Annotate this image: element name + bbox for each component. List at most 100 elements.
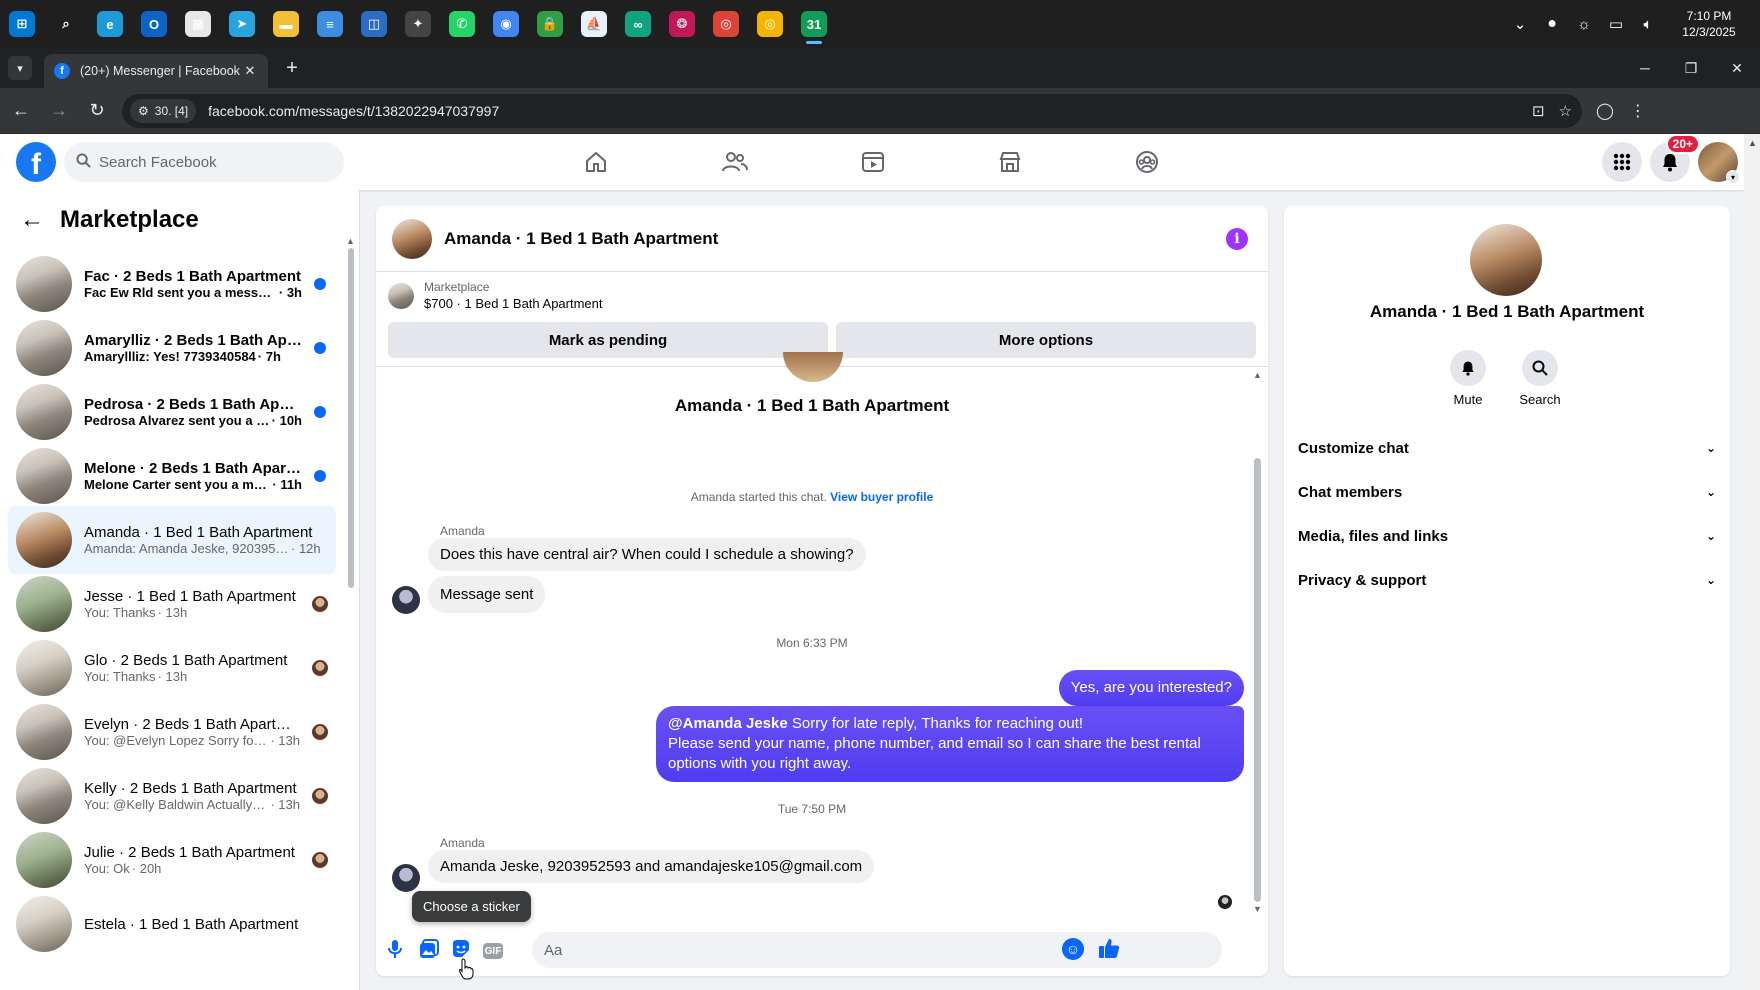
- mute-button[interactable]: Mute: [1438, 350, 1498, 407]
- forward-icon[interactable]: →: [42, 94, 76, 128]
- groups-icon[interactable]: [1127, 142, 1167, 182]
- outgoing-message[interactable]: Yes, are you interested?: [1058, 670, 1244, 706]
- scroll-up-icon[interactable]: ▲: [1253, 370, 1262, 380]
- chat-members-row[interactable]: Chat members ⌄: [1298, 474, 1716, 510]
- profile-icon[interactable]: ◯: [1596, 101, 1614, 121]
- thumbs-up-icon[interactable]: [1098, 937, 1120, 959]
- security-icon[interactable]: ⚫: [1536, 0, 1568, 48]
- whatsapp-icon[interactable]: ✆: [440, 0, 484, 48]
- kebab-menu-icon[interactable]: ⋮: [1630, 101, 1646, 121]
- chat-avatar[interactable]: [392, 218, 432, 259]
- conversation-item[interactable]: Fac · 2 Beds 1 Bath Apartment Fac Ew Rld …: [8, 250, 336, 318]
- sender-avatar[interactable]: [392, 864, 420, 892]
- volume-icon[interactable]: 🔈︎: [1632, 0, 1664, 48]
- facebook-logo-icon[interactable]: f: [16, 142, 56, 182]
- facebook-search[interactable]: Search Facebook: [64, 142, 344, 182]
- vpn-lock-icon[interactable]: 🔒: [528, 0, 572, 48]
- emoji-icon[interactable]: ☺: [1062, 938, 1084, 960]
- conversation-item[interactable]: Pedrosa · 2 Beds 1 Bath Apart... Pedrosa …: [8, 378, 336, 446]
- friends-icon[interactable]: [715, 142, 755, 182]
- photo-gallery-icon[interactable]: [418, 938, 440, 960]
- media-files-links-row[interactable]: Media, files and links ⌄: [1298, 518, 1716, 554]
- sender-avatar[interactable]: [392, 586, 420, 614]
- back-icon[interactable]: ←: [4, 94, 38, 128]
- taskbar-clock[interactable]: 7:10 PM 12/3/2025: [1664, 8, 1754, 40]
- customize-chat-row[interactable]: Customize chat ⌄: [1298, 430, 1716, 466]
- site-info-chip[interactable]: ⚙ 30. [4]: [130, 98, 197, 123]
- conversation-item[interactable]: Kelly · 2 Beds 1 Bath Apartment You: @Kel…: [8, 762, 336, 830]
- marketplace-icon[interactable]: [990, 142, 1030, 182]
- incoming-message[interactable]: Amanda Jeske, 9203952593 and amandajeske…: [428, 850, 875, 883]
- conversation-item[interactable]: Melone · 2 Beds 1 Bath Apart... Melone Ca…: [8, 442, 336, 510]
- scroll-down-icon[interactable]: ▼: [1253, 904, 1262, 914]
- chrome-profile-s-icon[interactable]: ◎: [704, 0, 748, 48]
- scroll-up-icon[interactable]: ▲: [346, 236, 355, 246]
- address-bar[interactable]: ⚙ 30. [4] facebook.com/messages/t/138202…: [122, 93, 1582, 128]
- tab-search-icon[interactable]: ▾: [8, 56, 32, 80]
- conversation-item[interactable]: Glo · 2 Beds 1 Bath Apartment You: Thanks…: [8, 634, 336, 702]
- mark-as-pending-button[interactable]: Mark as pending: [388, 322, 828, 358]
- sail-icon[interactable]: ⛵: [572, 0, 616, 48]
- new-tab-icon[interactable]: +: [278, 54, 306, 82]
- page-scrollbar[interactable]: ▲: [1744, 134, 1760, 990]
- gif-icon[interactable]: GIF: [482, 940, 504, 962]
- more-options-button[interactable]: More options: [836, 322, 1256, 358]
- minimize-icon[interactable]: ─: [1622, 48, 1668, 88]
- bookmark-star-icon[interactable]: ☆: [1559, 102, 1572, 120]
- chat-title[interactable]: Amanda · 1 Bed 1 Bath Apartment: [444, 229, 718, 249]
- store-icon[interactable]: ▦: [176, 0, 220, 48]
- chrome-profile-a-icon[interactable]: ◎: [748, 0, 792, 48]
- conversation-scrollbar[interactable]: ▲: [346, 236, 355, 798]
- view-buyer-profile-link[interactable]: View buyer profile: [830, 490, 933, 504]
- conversation-item[interactable]: Amanda · 1 Bed 1 Bath Apartment Amanda: A…: [8, 506, 336, 574]
- close-tab-icon[interactable]: ✕: [242, 63, 258, 79]
- conversation-item[interactable]: Evelyn · 2 Beds 1 Bath Apartment You: @Ev…: [8, 698, 336, 766]
- loop-icon[interactable]: ∞: [616, 0, 660, 48]
- home-icon[interactable]: [576, 142, 616, 182]
- brightness-icon[interactable]: ☼: [1568, 0, 1600, 48]
- color-wheel-icon[interactable]: ❂: [660, 0, 704, 48]
- incoming-message[interactable]: Message sent: [428, 576, 546, 613]
- chrome-blue-icon[interactable]: ◉: [484, 0, 528, 48]
- inkscape-icon[interactable]: ✦: [396, 0, 440, 48]
- install-app-icon[interactable]: ⊡: [1532, 102, 1545, 120]
- incoming-message[interactable]: Does this have central air? When could I…: [428, 538, 866, 571]
- info-icon[interactable]: i: [1226, 227, 1248, 250]
- conversation-item[interactable]: Julie · 2 Beds 1 Bath Apartment You: Ok · …: [8, 826, 336, 894]
- telegram-icon[interactable]: ➤: [220, 0, 264, 48]
- privacy-support-row[interactable]: Privacy & support ⌄: [1298, 562, 1716, 598]
- outgoing-message[interactable]: @Amanda Jeske Sorry for late reply, Than…: [656, 706, 1244, 782]
- chat-scrollbar[interactable]: ▲ ▼: [1252, 370, 1262, 914]
- conversation-item[interactable]: Estela · 1 Bed 1 Bath Apartment: [8, 890, 336, 958]
- sticker-icon[interactable]: [450, 938, 472, 960]
- conversation-item[interactable]: Amarylliz · 2 Beds 1 Bath Apart... Amaryl…: [8, 314, 336, 382]
- account-avatar[interactable]: ▾: [1698, 142, 1740, 184]
- back-arrow-icon[interactable]: ←: [20, 206, 44, 234]
- sheets-31-icon[interactable]: 31: [792, 0, 836, 48]
- browser-tab-messenger[interactable]: f (20+) Messenger | Facebook ✕: [44, 54, 268, 88]
- restore-icon[interactable]: ❐: [1668, 48, 1714, 88]
- notepad-icon[interactable]: ≡: [308, 0, 352, 48]
- video-icon[interactable]: [853, 142, 893, 182]
- search-in-chat-button[interactable]: Search: [1510, 350, 1570, 407]
- mention[interactable]: @Amanda Jeske: [668, 715, 788, 732]
- conversation-item[interactable]: Jesse · 1 Bed 1 Bath Apartment You: Thank…: [8, 570, 336, 638]
- chevron-up-icon[interactable]: ⌄: [1504, 0, 1536, 48]
- outlook-icon[interactable]: O: [132, 0, 176, 48]
- scrollbar-thumb[interactable]: [1254, 458, 1261, 902]
- reload-icon[interactable]: ↻: [80, 94, 114, 128]
- search-icon[interactable]: ⌕: [44, 0, 88, 48]
- display-icon[interactable]: ▭: [1600, 0, 1632, 48]
- close-window-icon[interactable]: ✕: [1714, 48, 1760, 88]
- menu-grid-icon[interactable]: [1602, 142, 1642, 182]
- notifications-bell-icon[interactable]: 20+: [1650, 134, 1700, 182]
- details-avatar[interactable]: [1470, 224, 1542, 296]
- windows-start-icon[interactable]: ⊞: [0, 0, 44, 48]
- scroll-up-icon[interactable]: ▲: [1748, 138, 1757, 148]
- listing-banner[interactable]: Marketplace $700 · 1 Bed 1 Bath Apartmen…: [388, 280, 603, 311]
- snipping-tool-icon[interactable]: ◫: [352, 0, 396, 48]
- edge-icon[interactable]: e: [88, 0, 132, 48]
- scrollbar-thumb[interactable]: [348, 248, 354, 588]
- microphone-icon[interactable]: [384, 938, 406, 960]
- file-explorer-icon[interactable]: ▬: [264, 0, 308, 48]
